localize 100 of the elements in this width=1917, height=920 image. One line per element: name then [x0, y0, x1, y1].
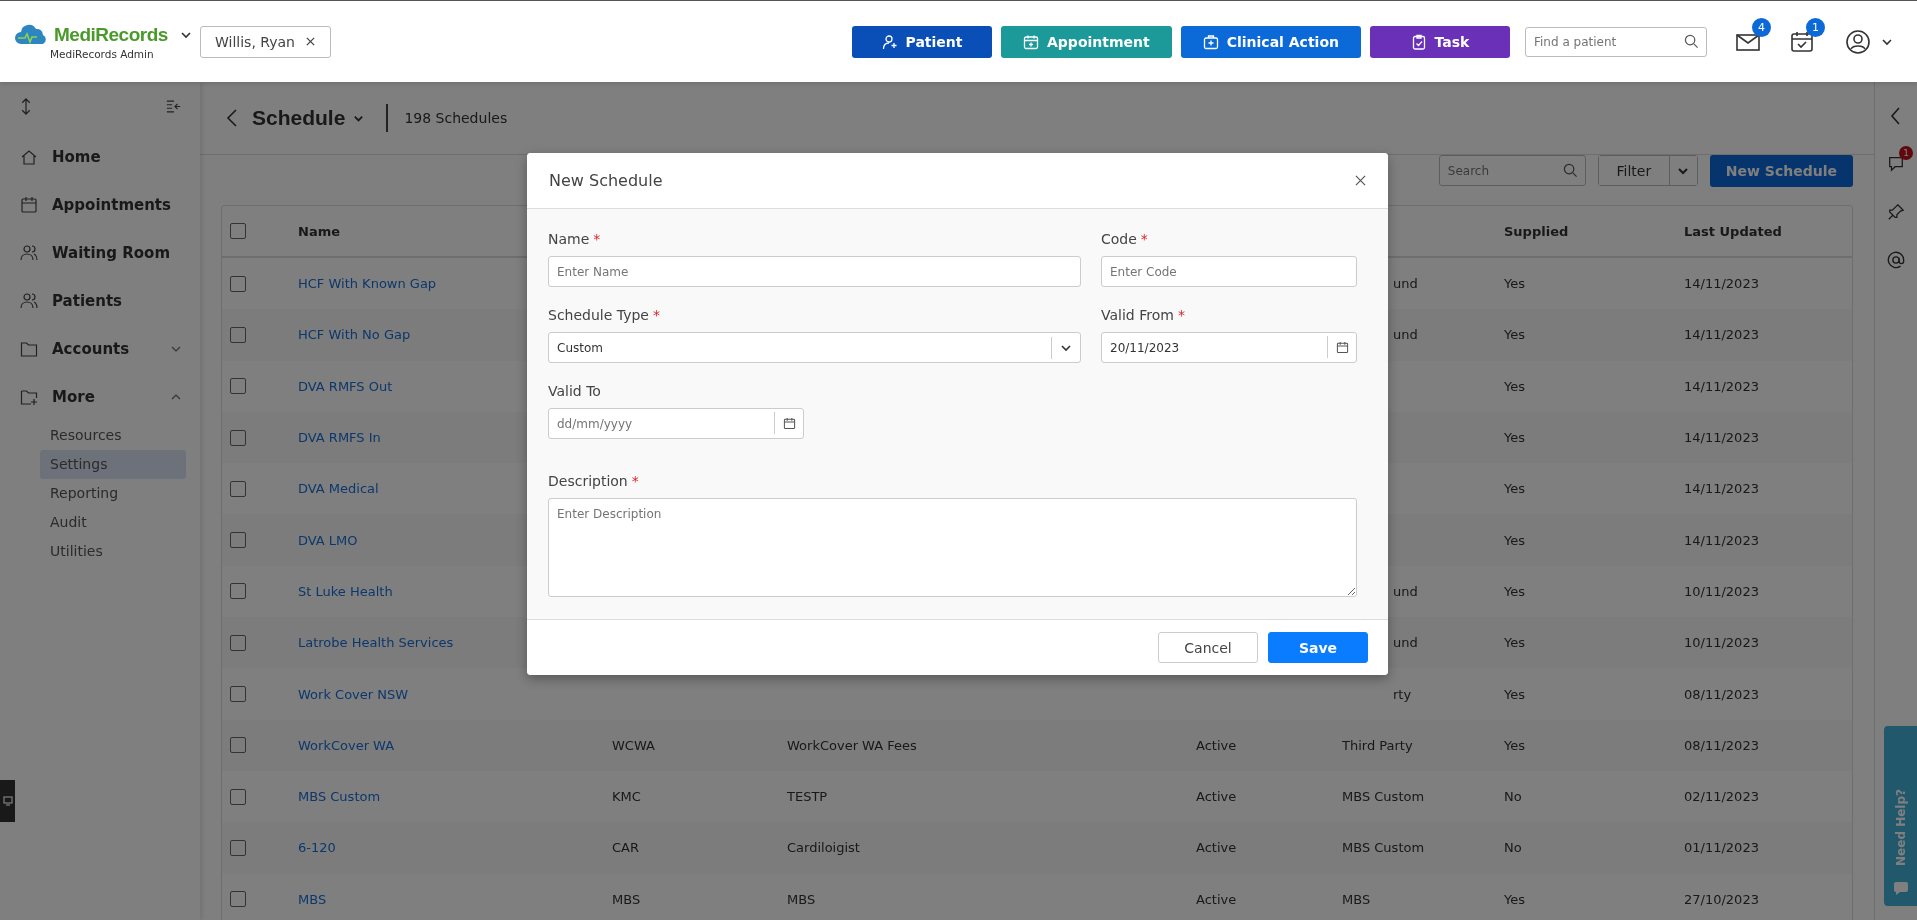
- folder-plus-icon: [20, 388, 38, 406]
- date-field[interactable]: 20/11/2023: [1101, 332, 1357, 363]
- select-field[interactable]: Custom: [548, 332, 1081, 363]
- nav-subitem[interactable]: Settings: [40, 450, 186, 479]
- checkbox[interactable]: [230, 532, 246, 549]
- schedule-link[interactable]: DVA RMFS In: [298, 430, 381, 446]
- checkbox[interactable]: [230, 429, 246, 446]
- at-sign-icon[interactable]: [1887, 250, 1905, 270]
- table-cell: TESTP: [787, 789, 828, 805]
- home-icon: [20, 148, 38, 166]
- schedule-link[interactable]: 6-120: [298, 840, 336, 856]
- nav-subitem[interactable]: Reporting: [40, 479, 186, 508]
- column-header[interactable]: Last Updated: [1684, 223, 1852, 239]
- table-cell: Yes: [1504, 532, 1525, 548]
- person-add-icon: [881, 33, 898, 50]
- nav-subitem[interactable]: Utilities: [40, 537, 186, 566]
- table-cell: Yes: [1504, 635, 1525, 651]
- table-cell: Active: [1196, 840, 1237, 856]
- schedule-link[interactable]: MBS Custom: [298, 789, 381, 805]
- schedule-link[interactable]: HCF With Known Gap: [298, 276, 437, 292]
- brand-subtitle: MediRecords Admin: [50, 47, 154, 60]
- task-button[interactable]: Task: [1370, 25, 1510, 58]
- nav-item[interactable]: Waiting Room: [0, 229, 200, 277]
- description-field[interactable]: Enter Description: [548, 498, 1357, 597]
- schedule-link[interactable]: Work Cover NSW: [298, 686, 409, 702]
- medical-kit-icon: [1202, 33, 1219, 50]
- back-icon[interactable]: [226, 108, 238, 128]
- help-tab[interactable]: Need Help?: [1884, 726, 1917, 906]
- notification-badge: 1: [1899, 146, 1913, 160]
- schedule-link[interactable]: DVA Medical: [298, 481, 379, 497]
- date-field[interactable]: dd/mm/yyyy: [548, 408, 804, 439]
- checkbox[interactable]: [230, 480, 246, 497]
- schedule-count: 198 Schedules: [404, 110, 508, 126]
- filter-dropdown-button[interactable]: [1668, 156, 1697, 185]
- nav-item[interactable]: Home: [0, 133, 200, 181]
- collapse-menu-icon[interactable]: [166, 98, 182, 115]
- nav-subitem[interactable]: Audit: [40, 508, 186, 537]
- checkbox[interactable]: [230, 891, 246, 908]
- search-icon[interactable]: [1562, 163, 1578, 178]
- checkbox[interactable]: [230, 686, 246, 702]
- save-button[interactable]: Save: [1268, 632, 1368, 663]
- calendar-icon[interactable]: [1336, 341, 1349, 354]
- checkbox[interactable]: [230, 839, 246, 856]
- patient-chip[interactable]: Willis, Ryan: [200, 25, 331, 58]
- notification-badge: 1: [1806, 17, 1825, 37]
- search-field[interactable]: Search: [1438, 155, 1586, 186]
- clinical-button[interactable]: Clinical Action: [1180, 25, 1361, 58]
- table-cell: und: [1393, 583, 1418, 599]
- clipboard-check-icon: [1410, 33, 1427, 50]
- schedule-link[interactable]: HCF With No Gap: [298, 327, 411, 343]
- checkbox[interactable]: [230, 788, 246, 805]
- table-cell: Yes: [1504, 481, 1525, 497]
- checkbox[interactable]: [230, 326, 246, 343]
- help-label: Need Help?: [1893, 789, 1908, 866]
- schedule-link[interactable]: MBS: [298, 891, 327, 907]
- checkbox[interactable]: [230, 583, 246, 600]
- schedule-link[interactable]: DVA RMFS Out: [298, 378, 393, 394]
- schedule-link[interactable]: WorkCover WA: [298, 737, 395, 753]
- nav-item[interactable]: Accounts: [0, 325, 200, 373]
- new-schedule-button[interactable]: New Schedule: [1709, 155, 1853, 187]
- nav-item[interactable]: More: [0, 373, 200, 421]
- table-cell: und: [1393, 327, 1418, 343]
- nav-item[interactable]: Appointments: [0, 181, 200, 229]
- checkbox[interactable]: [230, 378, 246, 395]
- user-avatar-icon[interactable]: [1845, 28, 1871, 55]
- table-cell: Active: [1196, 891, 1237, 907]
- table-cell: Third Party: [1342, 737, 1413, 753]
- table-cell: und: [1393, 635, 1418, 651]
- nav-item[interactable]: Patients: [0, 277, 200, 325]
- appointment-button[interactable]: Appointment: [1001, 25, 1172, 58]
- checkbox[interactable]: [230, 737, 246, 754]
- patient-search-field[interactable]: Find a patient: [1525, 26, 1707, 57]
- nav-subitem[interactable]: Resources: [40, 421, 186, 450]
- pin-icon[interactable]: [1887, 202, 1905, 222]
- table-cell: MBS Custom: [1342, 840, 1425, 856]
- column-header[interactable]: Supplied: [1504, 223, 1684, 239]
- calendar-check-icon[interactable]: [1789, 29, 1815, 54]
- side-tab[interactable]: [0, 780, 15, 822]
- table-cell: MBS Custom: [1342, 789, 1425, 805]
- patient-name: Willis, Ryan: [215, 33, 295, 50]
- schedule-link[interactable]: DVA LMO: [298, 532, 358, 548]
- schedule-link[interactable]: Latrobe Health Services: [298, 635, 454, 651]
- page-title[interactable]: Schedule: [252, 106, 346, 130]
- calendar-icon[interactable]: [783, 417, 796, 430]
- text-field[interactable]: Enter Code: [1101, 256, 1357, 287]
- table-cell: 27/10/2023: [1684, 891, 1759, 907]
- cancel-button[interactable]: Cancel: [1158, 632, 1258, 663]
- chat-icon[interactable]: [1887, 154, 1905, 174]
- checkbox[interactable]: [230, 223, 246, 239]
- checkbox[interactable]: [230, 275, 246, 292]
- checkbox[interactable]: [230, 634, 246, 651]
- close-icon[interactable]: [305, 36, 316, 47]
- close-icon[interactable]: [1355, 175, 1366, 186]
- table-cell: CAR: [612, 840, 639, 856]
- text-field[interactable]: Enter Name: [548, 256, 1081, 287]
- schedule-link[interactable]: St Luke Health: [298, 583, 393, 599]
- patient-button[interactable]: Patient: [852, 25, 992, 58]
- table-cell: Yes: [1504, 276, 1525, 292]
- search-icon[interactable]: [1684, 34, 1699, 49]
- table-cell: MBS: [612, 891, 641, 907]
